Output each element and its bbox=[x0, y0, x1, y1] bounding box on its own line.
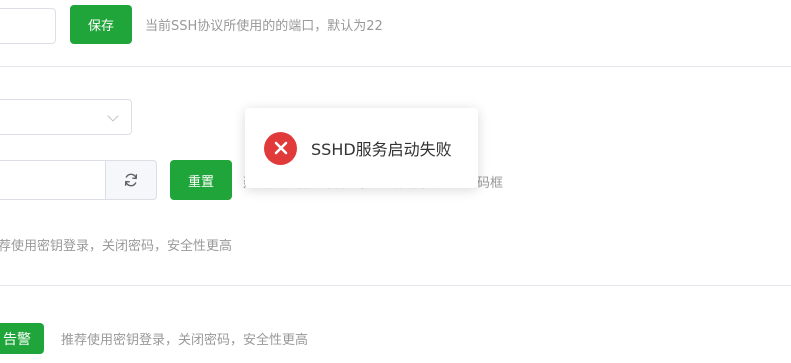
password-input[interactable] bbox=[0, 160, 106, 200]
close-circle-icon bbox=[264, 131, 297, 165]
key-login-hint: 荐使用密钥登录，关闭密码，安全性更高 bbox=[0, 239, 233, 254]
alarm-button[interactable]: 告警 bbox=[0, 323, 44, 354]
error-toast: SSHD服务启动失败 bbox=[245, 108, 478, 188]
refresh-password-button[interactable] bbox=[105, 160, 157, 200]
alarm-hint: 推荐使用密钥登录，关闭密码，安全性更高 bbox=[61, 333, 309, 348]
chevron-down-icon bbox=[107, 110, 119, 122]
toast-message: SSHD服务启动失败 bbox=[311, 140, 452, 159]
ssh-port-input[interactable] bbox=[0, 8, 56, 44]
section-divider bbox=[0, 66, 791, 67]
section-divider bbox=[0, 285, 791, 286]
login-method-select[interactable] bbox=[0, 99, 132, 135]
refresh-icon bbox=[124, 173, 138, 187]
save-port-button[interactable]: 保存 bbox=[70, 5, 132, 44]
port-hint: 当前SSH协议所使用的的端口，默认为22 bbox=[145, 19, 383, 34]
reset-password-button[interactable]: 重置 bbox=[170, 160, 232, 200]
